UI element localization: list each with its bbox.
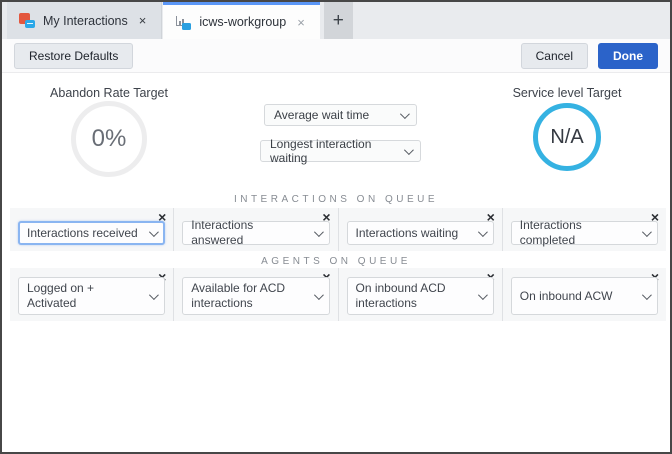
chevron-down-icon [642,227,652,237]
stat-dropdown[interactable]: Interactions answered [182,221,329,245]
stat-cell: × On inbound ACW [503,268,666,321]
wait-metric-dropdown[interactable]: Average wait time [264,104,417,126]
section-title-interactions-on-queue: INTERACTIONS ON QUEUE [2,194,670,205]
agents-on-queue-row: × Logged on + Activated × Available for … [10,268,666,321]
close-icon[interactable]: × [136,13,150,28]
chevron-down-icon [478,227,488,237]
cancel-button[interactable]: Cancel [521,43,588,69]
chevron-down-icon [313,227,323,237]
tab-strip: My Interactions × icws-workgroup × + [2,2,670,39]
chevron-down-icon [642,290,652,300]
stat-dropdown[interactable]: Interactions received [18,221,165,245]
abandon-rate-target-label: Abandon Rate Target [32,86,186,100]
stat-dropdown-value: On inbound ACW [520,289,613,304]
chevron-down-icon [313,290,323,300]
stat-cell: × Available for ACD interactions [174,268,338,321]
interactions-on-queue-row: × Interactions received × Interactions a… [10,208,666,251]
close-icon[interactable]: × [294,15,308,30]
chevron-down-icon [149,227,159,237]
section-title-agents-on-queue: AGENTS ON QUEUE [2,256,670,267]
tab-my-interactions[interactable]: My Interactions × [7,2,162,39]
toolbar: Restore Defaults Cancel Done [2,39,670,73]
abandon-rate-target-value: 0% [92,125,127,153]
service-level-target-ring[interactable]: N/A [533,103,601,171]
stat-cell: × Interactions received [10,208,174,251]
stat-dropdown-value: Interactions received [27,226,138,241]
stat-dropdown-value: Interactions waiting [356,226,459,241]
tab-label: icws-workgroup [199,15,286,29]
chevron-down-icon [404,145,414,155]
new-tab-button[interactable]: + [324,2,353,39]
restore-defaults-button[interactable]: Restore Defaults [14,43,133,69]
chevron-down-icon [149,290,159,300]
done-button[interactable]: Done [598,43,658,69]
stat-dropdown-value: Interactions answered [191,218,305,248]
stat-dropdown-value: Available for ACD interactions [191,281,305,311]
wait-metric-value: Average wait time [274,108,369,122]
stat-cell: × Interactions completed [503,208,666,251]
stat-cell: × On inbound ACD interactions [339,268,503,321]
stat-dropdown[interactable]: Available for ACD interactions [182,277,329,315]
chevron-down-icon [400,109,410,119]
stat-dropdown[interactable]: Logged on + Activated [18,277,165,315]
stat-dropdown[interactable]: On inbound ACD interactions [347,277,494,315]
stat-dropdown[interactable]: Interactions waiting [347,221,494,245]
longest-waiting-value: Longest interaction waiting [270,137,396,165]
stat-dropdown-value: Interactions completed [520,218,634,248]
stat-cell: × Interactions waiting [339,208,503,251]
workgroup-stats-icon [175,15,191,30]
abandon-rate-target-ring[interactable]: 0% [71,101,147,177]
interactions-icon [19,13,35,28]
tab-icws-workgroup[interactable]: icws-workgroup × [163,2,319,39]
stat-dropdown-value: On inbound ACD interactions [356,281,470,311]
longest-waiting-dropdown[interactable]: Longest interaction waiting [260,140,421,162]
tab-label: My Interactions [43,14,128,28]
stat-cell: × Logged on + Activated [10,268,174,321]
stat-dropdown[interactable]: On inbound ACW [511,277,658,315]
stat-dropdown-value: Logged on + Activated [27,281,141,311]
chevron-down-icon [478,290,488,300]
stat-dropdown[interactable]: Interactions completed [511,221,658,245]
stat-cell: × Interactions answered [174,208,338,251]
service-level-target-value: N/A [550,126,583,149]
service-level-target-label: Service level Target [490,86,644,100]
queue-settings-window: My Interactions × icws-workgroup × + Res… [0,0,672,454]
